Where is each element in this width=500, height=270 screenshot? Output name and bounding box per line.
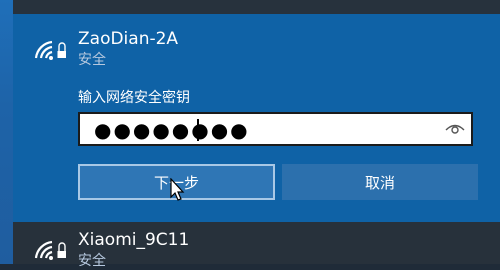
text-caret	[197, 119, 199, 141]
cancel-button-label: 取消	[364, 173, 395, 192]
eye-icon[interactable]	[445, 122, 465, 136]
network-name: Xiaomi_9C11	[78, 230, 190, 250]
mouse-pointer-icon	[170, 178, 185, 201]
security-key-label: 输入网络安全密钥	[78, 90, 190, 106]
taskbar-edge	[0, 0, 13, 264]
security-key-input[interactable]: ●●●●●●●●	[78, 112, 473, 146]
network-security-status: 安全	[78, 253, 106, 269]
wifi-signal-icon	[34, 240, 66, 260]
previous-network-row[interactable]	[13, 0, 500, 14]
password-value: ●●●●●●●●	[94, 118, 250, 142]
cancel-button[interactable]: 取消	[282, 164, 478, 200]
wifi-signal-icon	[34, 40, 66, 60]
network-name: ZaoDian-2A	[78, 29, 179, 49]
network-security-status: 安全	[78, 52, 106, 68]
